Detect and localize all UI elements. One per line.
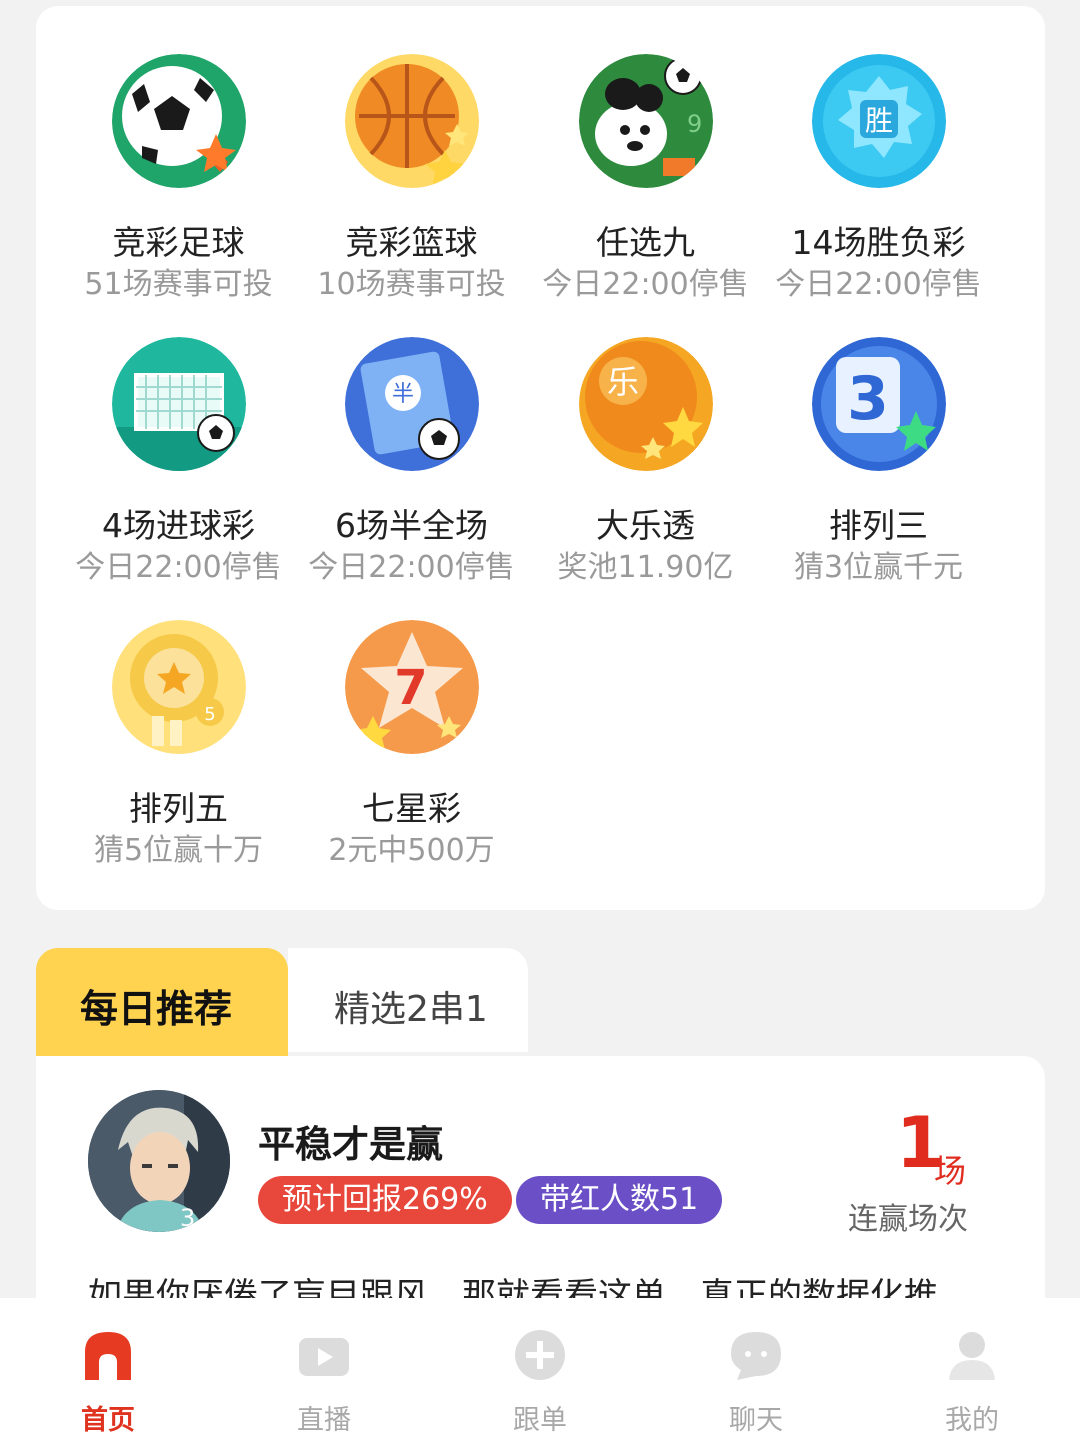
gold-star-coin-icon: 5: [111, 620, 246, 754]
svg-text:胜: 胜: [864, 104, 892, 137]
lottery-name: 竞彩足球: [112, 223, 245, 262]
goal-net-icon: [111, 337, 246, 471]
lottery-subtitle: 猜3位赢千元: [793, 550, 964, 585]
svg-text:7: 7: [394, 660, 427, 716]
lottery-name: 14场胜负彩: [791, 223, 966, 262]
lottery-subtitle: 2元中500万: [328, 833, 495, 868]
soccer-ball-icon: [111, 54, 246, 188]
lottery-name: 排列五: [129, 789, 228, 828]
nav-item-live[interactable]: 直播: [216, 1298, 432, 1447]
tab-daily-recommend[interactable]: 每日推荐: [36, 948, 288, 1056]
lottery-item-pl3[interactable]: 3 排列三 猜3位赢千元: [762, 289, 995, 585]
lottery-name: 排列三: [829, 506, 928, 545]
avatar[interactable]: 3: [88, 1090, 230, 1232]
plus-circle-icon: [511, 1326, 569, 1384]
lottery-name: 任选九: [596, 223, 695, 262]
nav-item-follow[interactable]: 跟单: [432, 1298, 648, 1447]
lottery-item-qxc[interactable]: 7 七星彩 2元中500万: [295, 572, 528, 868]
lottery-name: 七星彩: [362, 789, 461, 828]
svg-text:3: 3: [847, 364, 889, 434]
nav-item-mine[interactable]: 我的: [864, 1298, 1080, 1447]
return-rate-badge: 预计回报269%: [258, 1176, 512, 1224]
lottery-name: 竞彩篮球: [345, 223, 478, 262]
nav-label: 跟单: [513, 1405, 567, 1436]
basketball-icon: [344, 54, 479, 188]
win-badge-icon: 胜: [811, 54, 946, 188]
svg-text:乐: 乐: [606, 363, 638, 401]
lottery-name: 6场半全场: [335, 506, 488, 545]
tab-label: 精选2串1: [334, 989, 488, 1030]
recommendation-tabs: 每日推荐 精选2串1: [36, 948, 528, 1056]
tab-selected-parlay[interactable]: 精选2串1: [288, 948, 528, 1052]
lottery-subtitle: 奖池11.90亿: [557, 550, 734, 585]
lottery-item-jczq[interactable]: 竞彩足球 51场赛事可投: [62, 6, 295, 302]
chat-bubble-icon: [727, 1326, 785, 1384]
seven-star-icon: 7: [344, 620, 479, 754]
lottery-name: 大乐透: [596, 506, 695, 545]
number-three-icon: 3: [811, 337, 946, 471]
nav-label: 直播: [297, 1405, 351, 1436]
lottery-item-bqc6[interactable]: 半 6场半全场 今日22:00停售: [295, 289, 528, 585]
le-ball-icon: 乐: [578, 337, 713, 471]
lottery-item-sfc14[interactable]: 胜 14场胜负彩 今日22:00停售: [762, 6, 995, 302]
nav-item-chat[interactable]: 聊天: [648, 1298, 864, 1447]
winners-count-badge: 带红人数51: [516, 1176, 723, 1224]
lottery-grid-card: 竞彩足球 51场赛事可投 竞彩篮球 10场赛事可投 9 任选九 今日22:00停…: [36, 6, 1045, 910]
lottery-item-jq4[interactable]: 4场进球彩 今日22:00停售: [62, 289, 295, 585]
tab-label: 每日推荐: [80, 987, 233, 1031]
mascot-soccer-icon: 9: [578, 54, 713, 188]
nav-label: 聊天: [729, 1405, 783, 1436]
lottery-item-rx9[interactable]: 9 任选九 今日22:00停售: [529, 6, 762, 302]
home-icon: [79, 1326, 137, 1384]
svg-text:半: 半: [391, 382, 413, 407]
win-streak-unit: 场: [934, 1152, 967, 1190]
svg-text:9: 9: [687, 110, 702, 138]
svg-text:3: 3: [180, 1204, 195, 1232]
half-field-icon: 半: [344, 337, 479, 471]
live-video-icon: [295, 1326, 353, 1384]
lottery-name: 4场进球彩: [102, 506, 255, 545]
lottery-item-dlt[interactable]: 乐 大乐透 奖池11.90亿: [529, 289, 762, 585]
lottery-item-jclq[interactable]: 竞彩篮球 10场赛事可投: [295, 6, 528, 302]
nav-label: 首页: [81, 1405, 135, 1436]
nav-item-home[interactable]: 首页: [0, 1298, 216, 1447]
win-streak-label: 连赢场次: [848, 1202, 968, 1237]
nav-label: 我的: [945, 1405, 999, 1436]
user-icon: [943, 1326, 1001, 1384]
lottery-item-pl5[interactable]: 5 排列五 猜5位赢十万: [62, 572, 295, 868]
bottom-nav: 首页 直播 跟单 聊天 我的: [0, 1298, 1080, 1447]
expert-name: 平稳才是赢: [258, 1123, 443, 1166]
lottery-subtitle: 猜5位赢十万: [93, 833, 264, 868]
svg-text:5: 5: [204, 704, 215, 725]
